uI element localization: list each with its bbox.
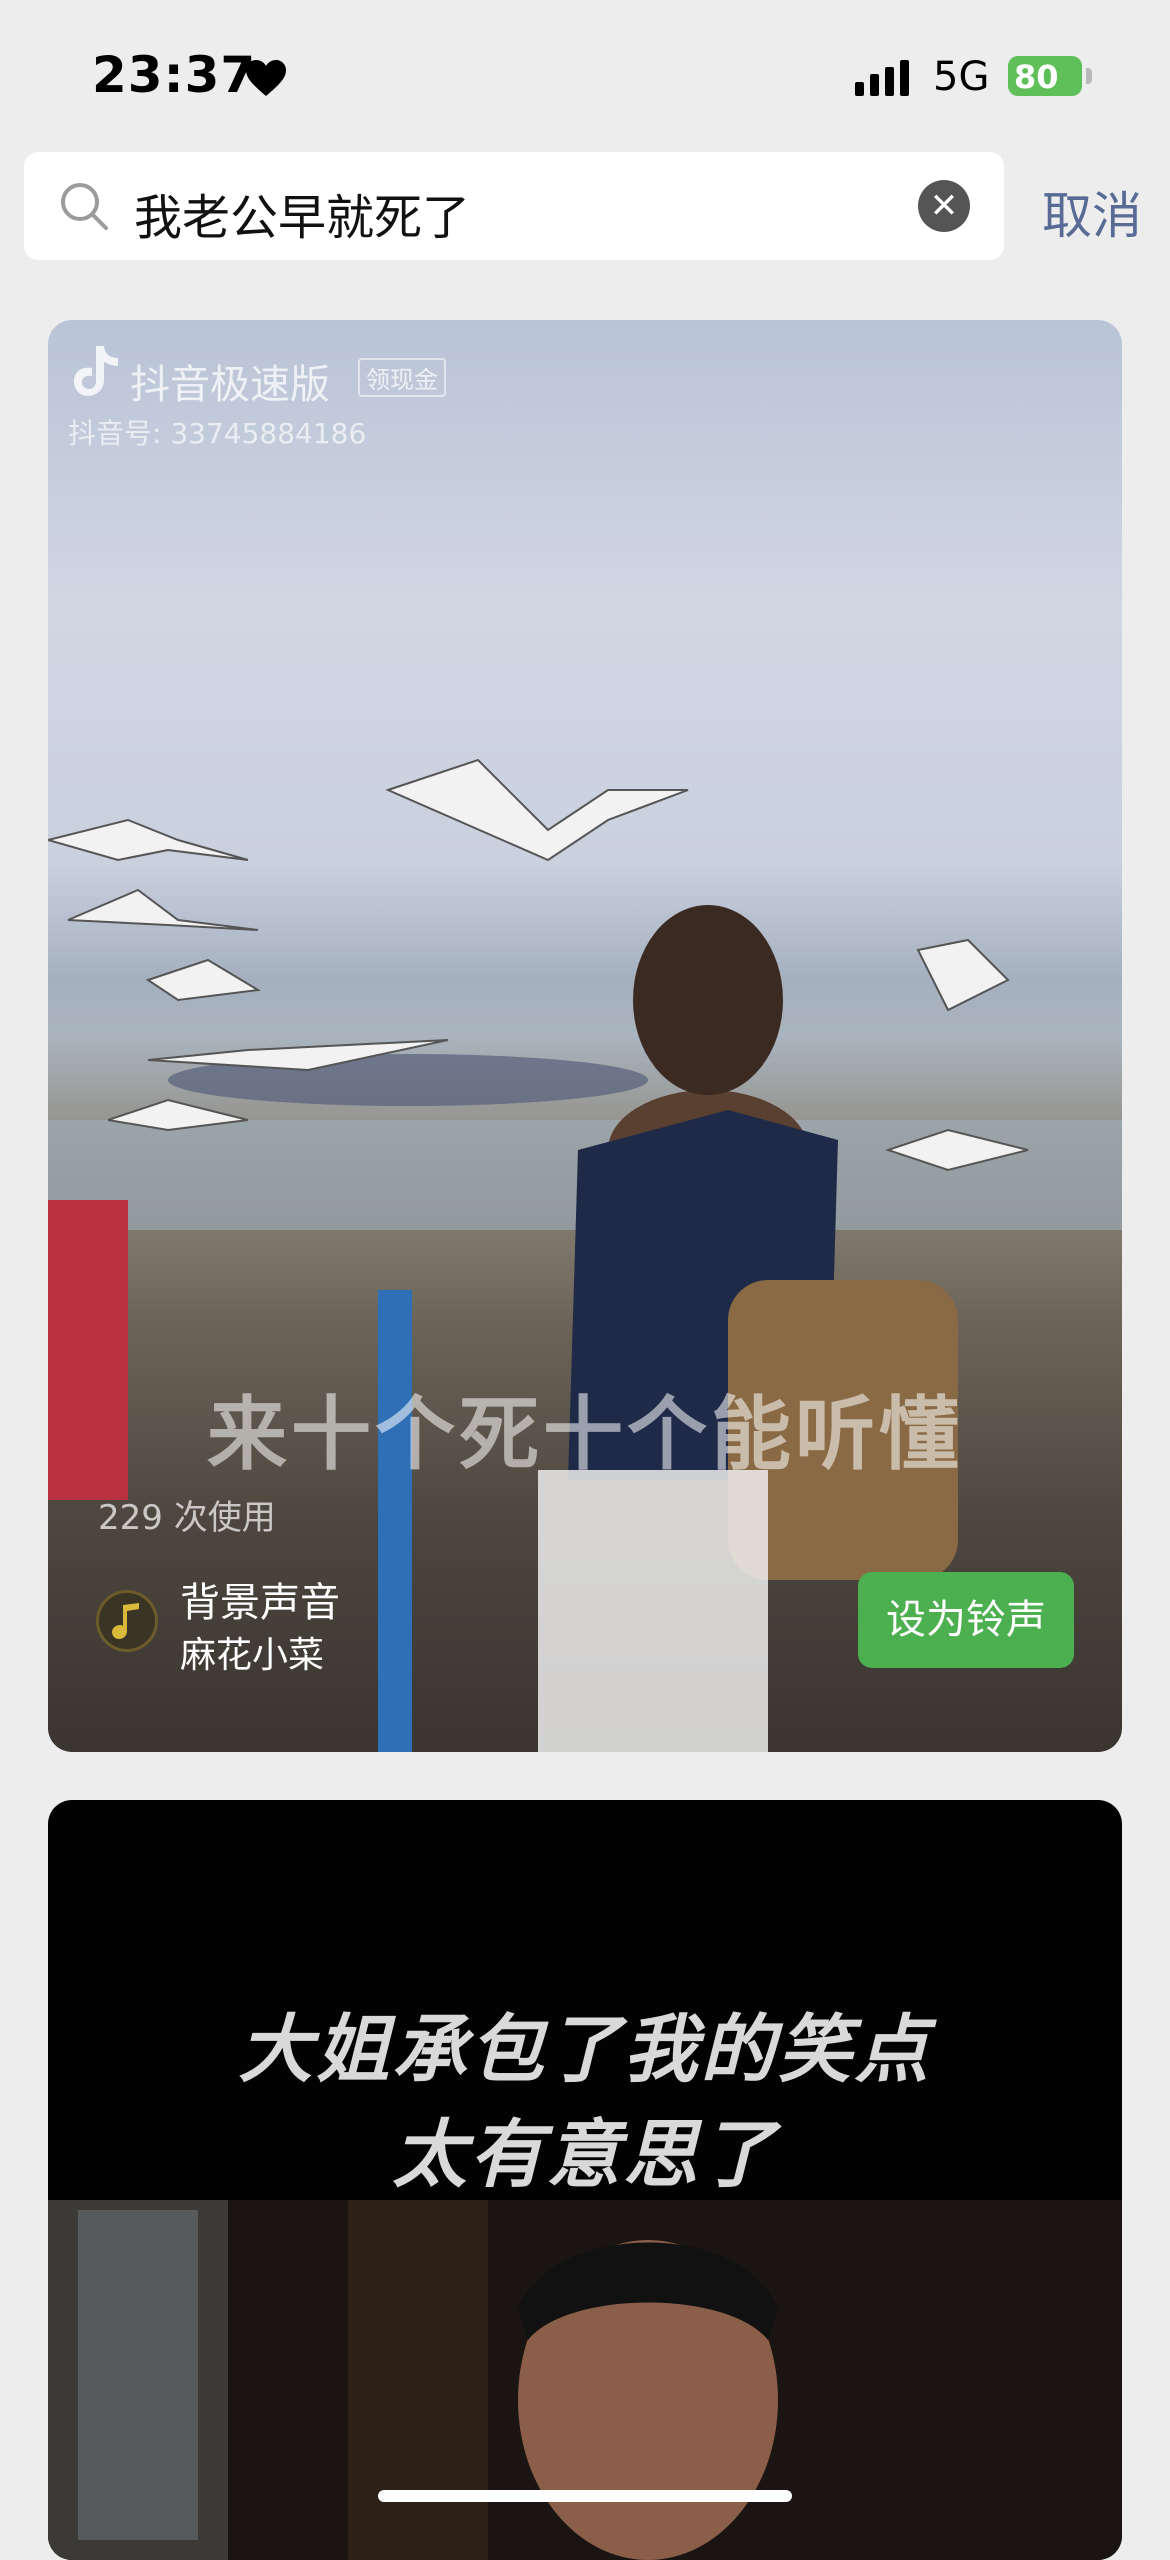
network-type: 5G	[933, 54, 990, 100]
watermark-id: 抖音号: 33745884186	[68, 417, 367, 450]
watermark-app-name: 抖音极速版	[130, 362, 330, 408]
signal-icon	[855, 60, 909, 96]
search-input[interactable]: 我老公早就死了	[134, 178, 470, 248]
video-frame	[48, 2200, 1122, 2560]
usage-count: 229 次使用	[98, 1498, 276, 1538]
set-ringtone-button[interactable]: 设为铃声	[858, 1572, 1074, 1668]
heart-icon	[246, 60, 286, 96]
battery-level: 80	[1014, 58, 1059, 96]
sound-author: 麻花小菜	[180, 1635, 325, 1676]
sound-title: 背景声音	[180, 1580, 340, 1626]
search-bar[interactable]: 我老公早就死了 ✕	[24, 152, 1004, 260]
status-bar: 23:37 5G 80	[0, 0, 1170, 150]
lyric-caption: 来十个死十个能听懂	[207, 1388, 963, 1481]
home-indicator[interactable]	[378, 2490, 792, 2502]
clear-icon[interactable]: ✕	[918, 180, 970, 232]
cancel-button[interactable]: 取消	[1042, 176, 1142, 248]
music-note-icon	[96, 1590, 158, 1652]
search-icon	[61, 183, 108, 230]
battery-icon: 80	[1008, 56, 1082, 96]
watermark-badge: 领现金	[358, 358, 446, 397]
video-caption-line1: 大姐承包了我的笑点	[238, 2007, 932, 2093]
douyin-logo-icon	[74, 346, 118, 396]
result-card-sound[interactable]: 抖音极速版 领现金 抖音号: 33745884186 来十个死十个能听懂 229…	[48, 320, 1122, 1752]
video-caption-line2: 太有意思了	[392, 2112, 778, 2198]
status-time: 23:37	[92, 46, 257, 104]
battery-cap	[1086, 68, 1092, 84]
result-card-video[interactable]: 大姐承包了我的笑点 太有意思了	[48, 1800, 1122, 2560]
